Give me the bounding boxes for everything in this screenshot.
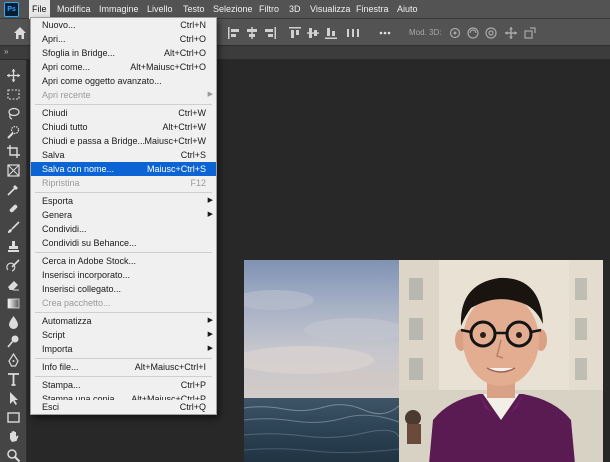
lasso-tool-icon[interactable] xyxy=(6,106,21,121)
menu-separator xyxy=(35,358,212,359)
menu-item-condividi[interactable]: Condividi... xyxy=(31,222,216,236)
menu-item-salva[interactable]: Salva Ctrl+S xyxy=(31,148,216,162)
scale-3d-icon[interactable] xyxy=(523,26,537,40)
blur-tool-icon[interactable] xyxy=(6,315,21,330)
zoom-tool-icon[interactable] xyxy=(6,448,21,462)
menu-item-info-file[interactable]: Info file... Alt+Maiusc+Ctrl+I xyxy=(31,360,216,374)
submenu-arrow-icon: ▶ xyxy=(207,197,213,204)
menu-separator xyxy=(35,104,212,105)
dodge-tool-icon[interactable] xyxy=(6,334,21,349)
align-right-icon[interactable] xyxy=(263,26,277,40)
menu-item-crea-pacchetto[interactable]: Crea pacchetto... xyxy=(31,296,216,310)
menu-separator xyxy=(35,376,212,377)
menu-item-chiudi-tutto[interactable]: Chiudi tutto Alt+Ctrl+W xyxy=(31,120,216,134)
menu-item-chiudi[interactable]: Chiudi Ctrl+W xyxy=(31,106,216,120)
sea-photo-image xyxy=(244,260,399,462)
distribute-icon[interactable] xyxy=(346,26,360,40)
path-selection-tool-icon[interactable] xyxy=(6,391,21,406)
tools-panel xyxy=(0,60,27,462)
menu-visualizza[interactable]: Visualizza xyxy=(307,0,353,19)
pen-tool-icon[interactable] xyxy=(6,353,21,368)
menu-item-cerca-adobe-stock[interactable]: Cerca in Adobe Stock... xyxy=(31,254,216,268)
menu-item-inserisci-collegato[interactable]: Inserisci collegato... xyxy=(31,282,216,296)
quick-selection-tool-icon[interactable] xyxy=(6,125,21,140)
menu-filtro[interactable]: Filtro xyxy=(256,0,282,19)
home-icon[interactable] xyxy=(12,25,28,41)
portrait-photo-image xyxy=(399,260,603,462)
brush-tool-icon[interactable] xyxy=(6,220,21,235)
clone-stamp-tool-icon[interactable] xyxy=(6,239,21,254)
menu-item-chiudi-passa-bridge[interactable]: Chiudi e passa a Bridge... Maiusc+Ctrl+W xyxy=(31,134,216,148)
submenu-arrow-icon: ▶ xyxy=(207,91,213,98)
menu-item-genera[interactable]: Genera ▶ xyxy=(31,208,216,222)
photoshop-logo-icon: Ps xyxy=(4,2,19,17)
healing-brush-tool-icon[interactable] xyxy=(6,201,21,216)
menu-item-apri-oggetto-avanzato[interactable]: Apri come oggetto avanzato... xyxy=(31,74,216,88)
rectangle-tool-icon[interactable] xyxy=(6,410,21,425)
mod-3d-label: Mod. 3D: xyxy=(409,28,442,37)
menu-item-importa[interactable]: Importa ▶ xyxy=(31,342,216,356)
frame-tool-icon[interactable] xyxy=(6,163,21,178)
menu-separator xyxy=(35,252,212,253)
gradient-tool-icon[interactable] xyxy=(6,296,21,311)
menu-aiuto[interactable]: Aiuto xyxy=(394,0,421,19)
menu-item-esporta[interactable]: Esporta ▶ xyxy=(31,194,216,208)
align-middle-icon[interactable] xyxy=(306,26,320,40)
menu-item-esci[interactable]: Esci Ctrl+Q xyxy=(31,400,216,414)
submenu-arrow-icon: ▶ xyxy=(207,345,213,352)
slide-3d-icon[interactable] xyxy=(504,26,518,40)
history-brush-tool-icon[interactable] xyxy=(6,258,21,273)
eyedropper-tool-icon[interactable] xyxy=(6,182,21,197)
submenu-arrow-icon: ▶ xyxy=(207,317,213,324)
hand-tool-icon[interactable] xyxy=(6,429,21,444)
drag-3d-icon[interactable] xyxy=(484,26,498,40)
menu-item-script[interactable]: Script ▶ xyxy=(31,328,216,342)
menu-item-apri-come[interactable]: Apri come... Alt+Maiusc+Ctrl+O xyxy=(31,60,216,74)
menu-item-condividi-behance[interactable]: Condividi su Behance... xyxy=(31,236,216,250)
crop-tool-icon[interactable] xyxy=(6,144,21,159)
submenu-arrow-icon: ▶ xyxy=(207,331,213,338)
menu-item-automatizza[interactable]: Automatizza ▶ xyxy=(31,314,216,328)
submenu-arrow-icon: ▶ xyxy=(207,211,213,218)
menu-3d[interactable]: 3D xyxy=(286,0,304,19)
align-center-icon[interactable] xyxy=(245,26,259,40)
type-tool-icon[interactable] xyxy=(6,372,21,387)
menu-separator xyxy=(35,312,212,313)
menu-item-apri-recente[interactable]: Apri recente ▶ xyxy=(31,88,216,102)
orbit-3d-icon[interactable] xyxy=(448,26,462,40)
more-options-icon[interactable] xyxy=(378,26,392,40)
roll-3d-icon[interactable] xyxy=(466,26,480,40)
align-left-icon[interactable] xyxy=(227,26,241,40)
menu-item-ripristina[interactable]: Ripristina F12 xyxy=(31,176,216,190)
menu-item-salva-con-nome[interactable]: Salva con nome... Maiusc+Ctrl+S xyxy=(31,162,216,176)
menu-finestra[interactable]: Finestra xyxy=(353,0,392,19)
collapse-panel-icon[interactable]: » xyxy=(4,47,8,56)
menu-item-nuovo[interactable]: Nuovo... Ctrl+N xyxy=(31,18,216,32)
menu-item-sfoglia-bridge[interactable]: Sfoglia in Bridge... Alt+Ctrl+O xyxy=(31,46,216,60)
menu-separator xyxy=(35,192,212,193)
menu-item-inserisci-incorporato[interactable]: Inserisci incorporato... xyxy=(31,268,216,282)
align-top-icon[interactable] xyxy=(288,26,302,40)
file-menu-dropdown: Nuovo... Ctrl+N Apri... Ctrl+O Sfoglia in … xyxy=(30,17,217,415)
menu-item-stampa[interactable]: Stampa... Ctrl+P xyxy=(31,378,216,392)
document-canvas[interactable] xyxy=(244,260,603,462)
eraser-tool-icon[interactable] xyxy=(6,277,21,292)
menu-item-apri[interactable]: Apri... Ctrl+O xyxy=(31,32,216,46)
align-bottom-icon[interactable] xyxy=(324,26,338,40)
move-tool-icon[interactable] xyxy=(6,68,21,83)
marquee-tool-icon[interactable] xyxy=(6,87,21,102)
